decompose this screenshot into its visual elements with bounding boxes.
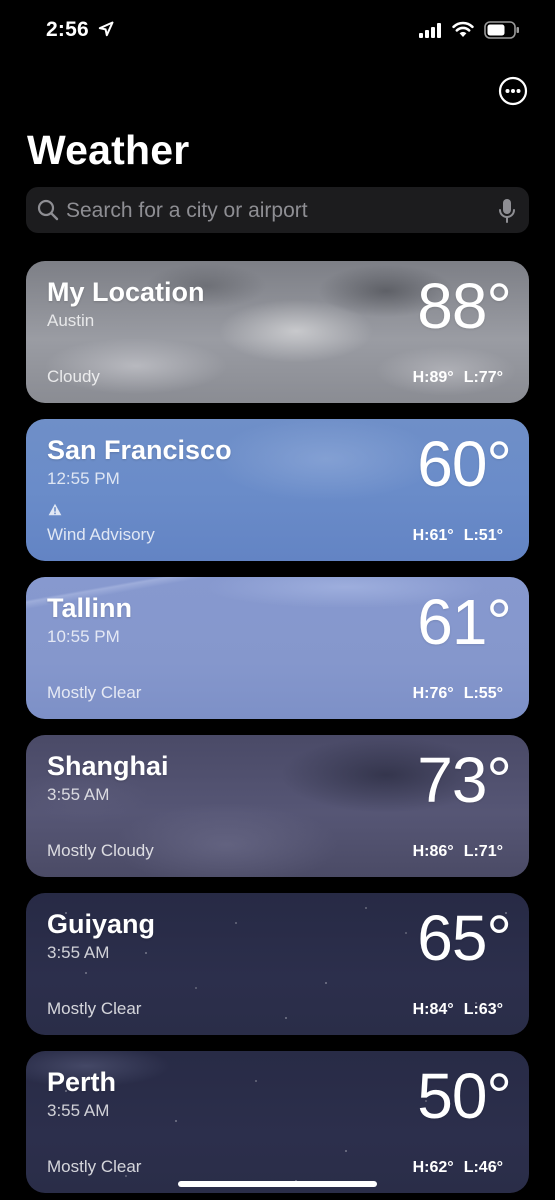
low-temp: L:51° xyxy=(463,527,503,544)
weather-condition: Mostly Cloudy xyxy=(47,841,154,860)
city-card-shanghai[interactable]: Shanghai 3:55 AM 73° Mostly Cloudy H:86°… xyxy=(26,735,529,877)
city-name: San Francisco xyxy=(47,435,232,465)
weather-condition: Mostly Clear xyxy=(47,999,142,1018)
status-bar: 2:56 xyxy=(0,0,555,62)
city-card-tallinn[interactable]: Tallinn 10:55 PM 61° Mostly Clear H:76° L… xyxy=(26,577,529,719)
warning-triangle-icon xyxy=(48,503,62,516)
page-title: Weather xyxy=(27,127,190,173)
high-low: H:84° L:63° xyxy=(413,1001,503,1019)
low-temp: L:63° xyxy=(463,1001,503,1018)
home-indicator[interactable] xyxy=(178,1181,377,1187)
city-local-time: 3:55 AM xyxy=(47,785,110,804)
status-time: 2:56 xyxy=(46,18,89,41)
city-card-perth[interactable]: Perth 3:55 AM 50° Mostly Clear H:62° L:46… xyxy=(26,1051,529,1193)
search-input[interactable]: Search for a city or airport xyxy=(26,187,529,233)
location-arrow-icon xyxy=(98,21,114,37)
high-low: H:61° L:51° xyxy=(413,527,503,545)
city-name: Guiyang xyxy=(47,909,156,939)
high-temp: H:62° xyxy=(412,1159,454,1176)
high-temp: H:76° xyxy=(412,685,454,702)
weather-condition: Cloudy xyxy=(47,367,100,386)
city-local-time: 12:55 PM xyxy=(47,469,120,488)
search-placeholder: Search for a city or airport xyxy=(66,199,308,222)
city-subtitle: Austin xyxy=(47,311,95,330)
current-temperature: 60° xyxy=(417,428,512,500)
microphone-icon[interactable] xyxy=(498,198,516,224)
search-icon xyxy=(37,199,59,221)
high-temp: H:89° xyxy=(412,369,454,386)
weather-condition: Mostly Clear xyxy=(47,683,142,702)
high-temp: H:61° xyxy=(412,527,454,544)
high-low: H:76° L:55° xyxy=(413,685,503,703)
low-temp: L:46° xyxy=(463,1159,503,1176)
city-name: Shanghai xyxy=(47,751,169,781)
city-card-guiyang[interactable]: Guiyang 3:55 AM 65° Mostly Clear H:84° L:… xyxy=(26,893,529,1035)
city-name: My Location xyxy=(47,277,205,307)
more-options-button[interactable] xyxy=(498,76,528,106)
high-temp: H:86° xyxy=(412,843,454,860)
city-local-time: 3:55 AM xyxy=(47,943,110,962)
wifi-icon xyxy=(452,21,474,37)
city-card-my-location[interactable]: My Location Austin 88° Cloudy H:89° L:77° xyxy=(26,261,529,403)
city-name: Tallinn xyxy=(47,593,132,623)
current-temperature: 61° xyxy=(417,586,512,658)
weather-condition: Mostly Clear xyxy=(47,1157,142,1176)
city-local-time: 10:55 PM xyxy=(47,627,120,646)
city-name: Perth xyxy=(47,1067,117,1097)
low-temp: L:55° xyxy=(463,685,503,702)
city-card-san-francisco[interactable]: San Francisco 12:55 PM 60° Wind Advisory… xyxy=(26,419,529,561)
current-temperature: 73° xyxy=(417,744,512,816)
cellular-signal-icon xyxy=(419,23,441,38)
current-temperature: 50° xyxy=(417,1060,512,1132)
battery-icon xyxy=(484,21,519,39)
high-temp: H:84° xyxy=(412,1001,454,1018)
current-temperature: 88° xyxy=(417,270,512,342)
high-low: H:89° L:77° xyxy=(413,369,503,387)
weather-alert: Wind Advisory xyxy=(47,525,155,544)
high-low: H:62° L:46° xyxy=(413,1159,503,1177)
low-temp: L:77° xyxy=(463,369,503,386)
current-temperature: 65° xyxy=(417,902,512,974)
city-local-time: 3:55 AM xyxy=(47,1101,110,1120)
low-temp: L:71° xyxy=(463,843,503,860)
high-low: H:86° L:71° xyxy=(413,843,503,861)
